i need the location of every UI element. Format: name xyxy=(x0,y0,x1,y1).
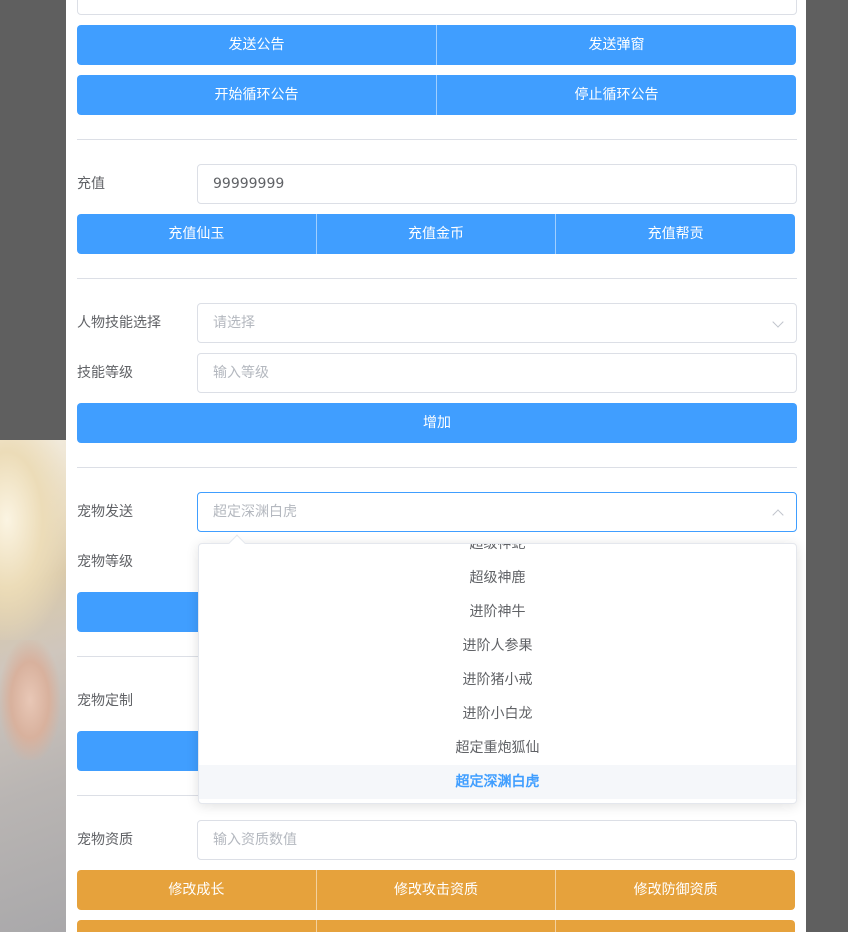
modify-defense-quality-button[interactable]: 修改防御资质 xyxy=(555,870,795,910)
pet-quality-input[interactable]: 输入资质数值 xyxy=(197,820,797,860)
background-hair-shape xyxy=(0,440,66,640)
pet-option[interactable]: 超定重炮狐仙 xyxy=(199,731,796,765)
recharge-amount-input[interactable]: 99999999 xyxy=(197,164,797,204)
skill-select[interactable]: 请选择 xyxy=(197,303,797,343)
pet-quality-button-group: 修改成长 修改攻击资质 修改防御资质 xyxy=(77,870,795,910)
announcement-input[interactable] xyxy=(77,0,797,15)
pet-option[interactable]: 超级神蛇 xyxy=(199,544,796,561)
skill-level-label: 技能等级 xyxy=(77,365,133,381)
pet-option[interactable]: 进阶神牛 xyxy=(199,595,796,629)
background-arm-shape xyxy=(0,640,60,760)
modify-attack-quality-button[interactable]: 修改攻击资质 xyxy=(315,870,556,910)
modify-growth-button[interactable]: 修改成长 xyxy=(77,870,316,910)
chevron-up-icon xyxy=(772,509,784,521)
stop-loop-announcement-button[interactable]: 停止循环公告 xyxy=(436,75,796,115)
skill-add-button-group: 增加 xyxy=(77,403,797,443)
background-character-image xyxy=(0,440,66,932)
pet-level-label: 宠物等级 xyxy=(77,554,133,570)
chevron-down-icon xyxy=(772,316,784,328)
loop-announcement-button-group: 开始循环公告 停止循环公告 xyxy=(77,75,796,115)
recharge-button-group: 充值仙玉 充值金币 充值帮贡 xyxy=(77,214,795,254)
pet-quality-button-group-2 xyxy=(77,920,795,932)
skill-select-placeholder: 请选择 xyxy=(213,315,255,331)
divider xyxy=(77,139,797,140)
pet-option[interactable]: 进阶小白龙 xyxy=(199,697,796,731)
skill-level-input[interactable]: 输入等级 xyxy=(197,353,797,393)
divider xyxy=(77,278,797,279)
pet-select-dropdown: 超级神蛇 超级神鹿 进阶神牛 进阶人参果 进阶猪小戒 进阶小白龙 超定重炮狐仙 … xyxy=(198,543,797,804)
pet-select-value: 超定深渊白虎 xyxy=(213,504,297,520)
divider xyxy=(77,467,797,468)
pet-send-label: 宠物发送 xyxy=(77,504,133,520)
announcement-button-group: 发送公告 发送弹窗 xyxy=(77,25,796,65)
pet-option[interactable]: 进阶猪小戒 xyxy=(199,663,796,697)
start-loop-announcement-button[interactable]: 开始循环公告 xyxy=(77,75,436,115)
pet-quality-label: 宠物资质 xyxy=(77,832,133,848)
pet-select[interactable]: 超定深渊白虎 xyxy=(197,492,797,532)
pet-quality-button[interactable] xyxy=(315,920,556,932)
send-popup-button[interactable]: 发送弹窗 xyxy=(436,25,796,65)
recharge-gold-button[interactable]: 充值金币 xyxy=(315,214,556,254)
pet-option-list: 超级神蛇 超级神鹿 进阶神牛 进阶人参果 进阶猪小戒 进阶小白龙 超定重炮狐仙 … xyxy=(199,544,796,799)
pet-quality-button[interactable] xyxy=(77,920,316,932)
recharge-jade-button[interactable]: 充值仙玉 xyxy=(77,214,316,254)
add-skill-button[interactable]: 增加 xyxy=(77,403,797,443)
pet-option[interactable]: 超级神鹿 xyxy=(199,561,796,595)
skill-select-label: 人物技能选择 xyxy=(77,315,161,331)
send-announcement-button[interactable]: 发送公告 xyxy=(77,25,436,65)
pet-custom-label: 宠物定制 xyxy=(77,693,133,709)
pet-option-selected[interactable]: 超定深渊白虎 xyxy=(199,765,796,799)
pet-quality-button[interactable] xyxy=(555,920,795,932)
pet-option[interactable]: 进阶人参果 xyxy=(199,629,796,663)
recharge-guild-contribution-button[interactable]: 充值帮贡 xyxy=(555,214,795,254)
recharge-label: 充值 xyxy=(77,176,105,192)
